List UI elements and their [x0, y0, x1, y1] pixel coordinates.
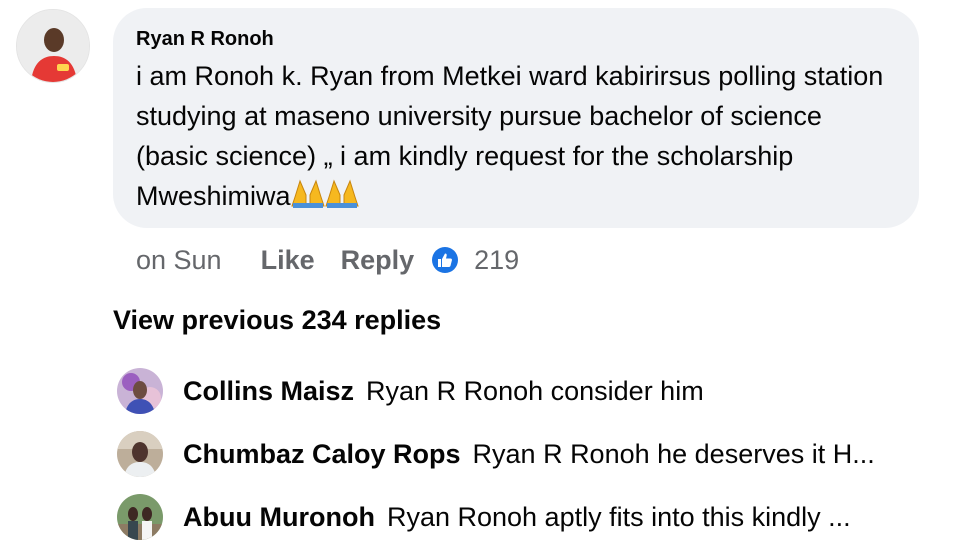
comment-thread: Ryan R Ronoh i am Ronoh k. Ryan from Met… — [0, 0, 960, 557]
avatar[interactable] — [117, 368, 163, 414]
folded-hands-icon — [324, 179, 359, 208]
profile-photo — [117, 368, 163, 414]
reply-author[interactable]: Abuu Muronoh — [183, 502, 375, 533]
comment-text: i am Ronoh k. Ryan from Metkei ward kabi… — [136, 61, 884, 211]
reply-text: Ryan Ronoh aptly fits into this kindly .… — [386, 501, 851, 532]
comment-author[interactable]: Ryan R Ronoh — [136, 27, 895, 51]
timestamp[interactable]: on Sun — [136, 245, 222, 276]
avatar[interactable] — [117, 431, 163, 477]
reply-text: Ryan R Ronoh he deserves it H... — [472, 438, 875, 469]
folded-hands-icon — [290, 179, 325, 208]
reply-item: Collins Maisz Ryan R Ronoh consider him — [117, 368, 704, 414]
profile-photo — [117, 494, 163, 540]
profile-photo — [117, 431, 163, 477]
reply-author[interactable]: Chumbaz Caloy Rops — [183, 439, 461, 470]
like-button[interactable]: Like — [261, 245, 315, 276]
reply-button[interactable]: Reply — [341, 245, 415, 276]
thumbs-up-icon — [432, 247, 459, 273]
reply-item: Chumbaz Caloy Rops Ryan R Ronoh he deser… — [117, 431, 875, 477]
comment-body: i am Ronoh k. Ryan from Metkei ward kabi… — [136, 56, 895, 216]
reply-item: Abuu Muronoh Ryan Ronoh aptly fits into … — [117, 494, 851, 540]
reaction-count[interactable]: 219 — [474, 245, 519, 276]
comment-actions: on Sun Like Reply 219 — [136, 240, 519, 280]
avatar[interactable] — [117, 494, 163, 540]
view-previous-replies-link[interactable]: View previous 234 replies — [113, 305, 441, 336]
comment-bubble: Ryan R Ronoh i am Ronoh k. Ryan from Met… — [113, 8, 919, 228]
reply-author[interactable]: Collins Maisz — [183, 376, 354, 407]
profile-photo — [17, 10, 89, 82]
reply-text: Ryan R Ronoh consider him — [366, 375, 704, 406]
avatar[interactable] — [16, 9, 90, 83]
